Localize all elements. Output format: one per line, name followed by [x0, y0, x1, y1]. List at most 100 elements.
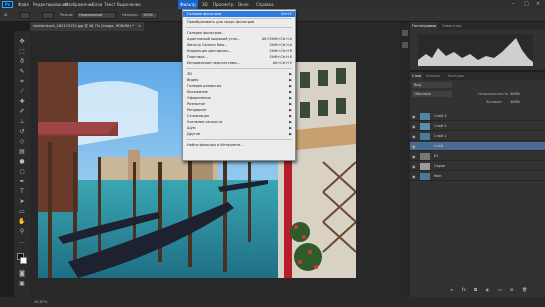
menu-item-label: Стилизация — [187, 114, 210, 118]
layer-row[interactable]: ◉ Серое — [410, 162, 545, 171]
healing-brush-tool-icon[interactable]: ✚ — [17, 97, 27, 106]
layers-panel: Слои Каналы Контуры Вид Обычные Непрозра… — [410, 72, 545, 297]
menu-item-label: Найти фильтры в Интернете... — [187, 143, 244, 147]
minimize-icon[interactable]: – — [512, 1, 515, 7]
tab-paths[interactable]: Контуры — [446, 72, 466, 80]
close-icon[interactable]: × — [536, 1, 540, 7]
layer-kind-filter[interactable]: Вид — [412, 82, 452, 88]
histogram-panel: Гистограмма Навигатор — [410, 22, 545, 70]
blend-mode-dropdown[interactable]: Обычные — [412, 91, 452, 97]
shape-tool-icon[interactable]: ▭ — [17, 207, 27, 216]
visibility-eye-icon[interactable]: ◉ — [412, 114, 416, 119]
tab-histogram[interactable]: Гистограмма — [410, 22, 439, 30]
menu-item-convert-smart[interactable]: Преобразовать для смарт-фильтров — [183, 19, 295, 25]
brush-tool-icon[interactable]: ✐ — [17, 107, 27, 116]
crop-tool-icon[interactable]: ⌗ — [17, 77, 27, 86]
menu-layers[interactable]: Слои — [92, 2, 102, 7]
screen-mode-icon[interactable]: ▣ — [17, 279, 27, 288]
link-layers-icon[interactable]: ∞ — [450, 287, 453, 292]
blur-tool-icon[interactable]: ● — [17, 157, 27, 166]
history-brush-tool-icon[interactable]: ↺ — [17, 127, 27, 136]
menu-3d[interactable]: 3D — [202, 2, 208, 7]
menu-item-label: Пластика... — [187, 55, 208, 59]
eraser-tool-icon[interactable]: ◇ — [17, 137, 27, 146]
layer-row[interactable]: ◉ Б1 — [410, 152, 545, 161]
opacity-input[interactable]: 100% — [140, 12, 158, 19]
layer-row[interactable]: ◉ Фон — [410, 172, 545, 181]
histogram-graph — [418, 34, 533, 66]
menu-filter[interactable]: Фильтр — [178, 0, 198, 9]
layer-opacity-value[interactable]: 100% — [510, 92, 520, 96]
document-tab[interactable]: shutterstock_182103152.jpg @ 46,7% (Imag… — [30, 22, 144, 31]
layer-row[interactable]: ◉ Слой 1 — [410, 132, 545, 141]
type-tool-icon[interactable]: T — [17, 187, 27, 196]
layer-row[interactable]: ◉ Слой 3 — [410, 112, 545, 121]
visibility-eye-icon[interactable]: ◉ — [412, 174, 416, 179]
menu-image[interactable]: Изображение — [65, 2, 94, 7]
hand-tool-icon[interactable]: ✋ — [17, 217, 27, 226]
visibility-eye-icon[interactable]: ◉ — [412, 144, 416, 149]
eyedropper-tool-icon[interactable]: ⁄ — [17, 87, 27, 96]
menu-edit[interactable]: Редактирование — [33, 2, 68, 7]
menu-item-browse-filters-online[interactable]: Найти фильтры в Интернете... — [183, 142, 295, 148]
menu-help[interactable]: Справка — [256, 2, 274, 7]
zoom-tool-icon[interactable]: ⚲ — [17, 227, 27, 236]
layer-style-icon[interactable]: fx — [462, 287, 466, 292]
zoom-level[interactable]: 46,67% — [34, 300, 47, 304]
clone-stamp-tool-icon[interactable]: ⊥ — [17, 117, 27, 126]
visibility-eye-icon[interactable]: ◉ — [412, 134, 416, 139]
menu-item-label: 3D — [187, 72, 192, 76]
layer-row-selected[interactable]: ◉ Слой — [410, 142, 545, 151]
tab-navigator[interactable]: Навигатор — [440, 22, 464, 30]
quick-select-tool-icon[interactable]: ✎ — [17, 67, 27, 76]
layer-thumbnail — [420, 173, 430, 180]
tab-layers[interactable]: Слои — [410, 72, 424, 80]
history-panel-icon[interactable] — [402, 30, 408, 36]
menu-type[interactable]: Текст — [104, 2, 116, 7]
brush-preset-picker[interactable] — [42, 12, 54, 19]
quick-mask-icon[interactable]: ◙ — [17, 269, 27, 278]
photoshop-logo: Ps — [2, 1, 13, 8]
home-icon[interactable]: ⌂ — [4, 12, 7, 18]
background-color-swatch[interactable] — [20, 257, 27, 264]
layer-row[interactable]: ◉ Слой 2 — [410, 122, 545, 131]
mode-dropdown[interactable]: Нормальный — [76, 12, 116, 19]
more-tools-icon[interactable]: … — [17, 237, 27, 246]
add-mask-icon[interactable]: ◘ — [474, 287, 477, 292]
dodge-tool-icon[interactable]: ○ — [17, 167, 27, 176]
close-tab-icon[interactable]: × — [138, 24, 141, 28]
properties-panel-icon[interactable] — [402, 42, 408, 48]
opacity-label: Непрозр.: — [122, 13, 140, 17]
pen-tool-icon[interactable]: ✒ — [17, 177, 27, 186]
visibility-eye-icon[interactable]: ◉ — [412, 154, 416, 159]
visibility-eye-icon[interactable]: ◉ — [412, 124, 416, 129]
tool-preset-picker[interactable] — [20, 12, 30, 19]
menu-item-label: Исправление перспективы... — [187, 61, 241, 65]
path-select-tool-icon[interactable]: ➤ — [17, 197, 27, 206]
menu-item-filter-gallery-last[interactable]: Галерея фильтров Ctrl+F — [183, 11, 295, 17]
menu-item-other[interactable]: Другое ▶ — [183, 131, 295, 137]
fill-value[interactable]: 100% — [510, 100, 520, 104]
visibility-eye-icon[interactable]: ◉ — [412, 164, 416, 169]
menu-select[interactable]: Выделение — [117, 2, 141, 7]
delete-layer-icon[interactable]: 🗑 — [522, 287, 527, 292]
menu-item-vanishing-point[interactable]: Исправление перспективы... Alt+Ctrl+V — [183, 60, 295, 66]
move-tool-icon[interactable]: ✥ — [17, 37, 27, 46]
adjustment-layer-icon[interactable]: ◐ — [486, 287, 490, 292]
opacity-value: 100% — [143, 13, 154, 17]
maximize-icon[interactable]: □ — [524, 1, 529, 7]
layer-name: Слой — [434, 144, 444, 148]
layer-name: Б1 — [434, 154, 439, 158]
new-group-icon[interactable]: ▭ — [498, 287, 502, 292]
menu-item-label: Усиление резкости — [187, 120, 223, 124]
menu-window[interactable]: Окно — [238, 2, 249, 7]
lasso-tool-icon[interactable]: ϑ — [17, 57, 27, 66]
menu-file[interactable]: Файл — [18, 2, 29, 7]
gradient-tool-icon[interactable]: ▤ — [17, 147, 27, 156]
tab-channels[interactable]: Каналы — [424, 72, 442, 80]
mode-label: Режим: — [60, 13, 74, 17]
blend-mode-value: Обычные — [414, 92, 431, 96]
new-layer-icon[interactable]: ⊞ — [510, 287, 513, 292]
menu-view[interactable]: Просмотр — [213, 2, 234, 7]
marquee-tool-icon[interactable]: ⬚ — [17, 47, 27, 56]
